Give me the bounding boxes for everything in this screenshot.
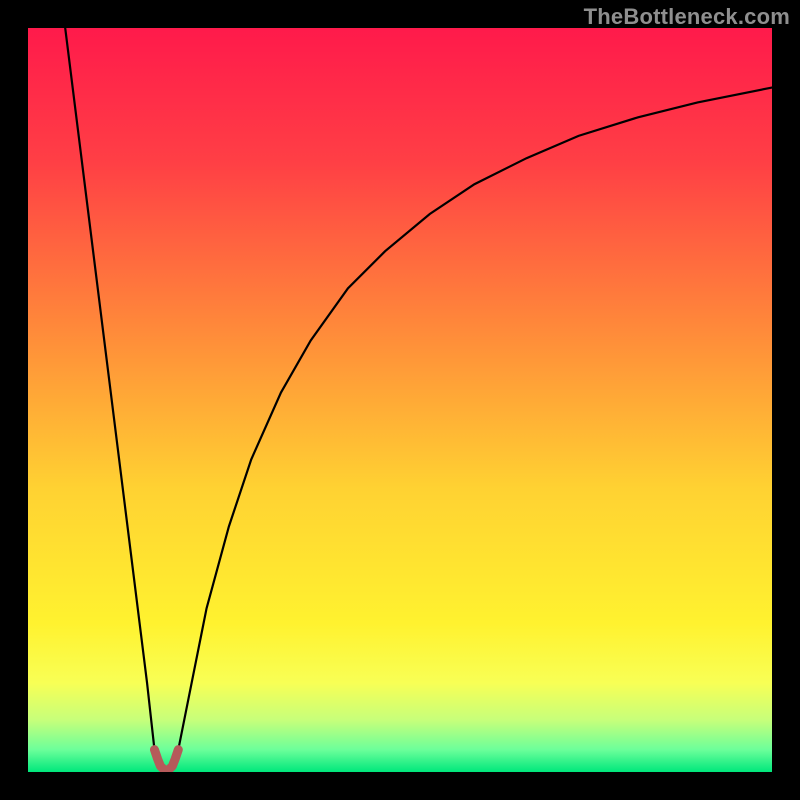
watermark-text: TheBottleneck.com [584, 4, 790, 30]
curve-left-branch [65, 28, 154, 750]
chart-frame: TheBottleneck.com [0, 0, 800, 800]
valley-marker [154, 750, 178, 771]
curve-right-branch [178, 88, 772, 750]
plot-area [28, 28, 772, 772]
chart-curves [28, 28, 772, 772]
